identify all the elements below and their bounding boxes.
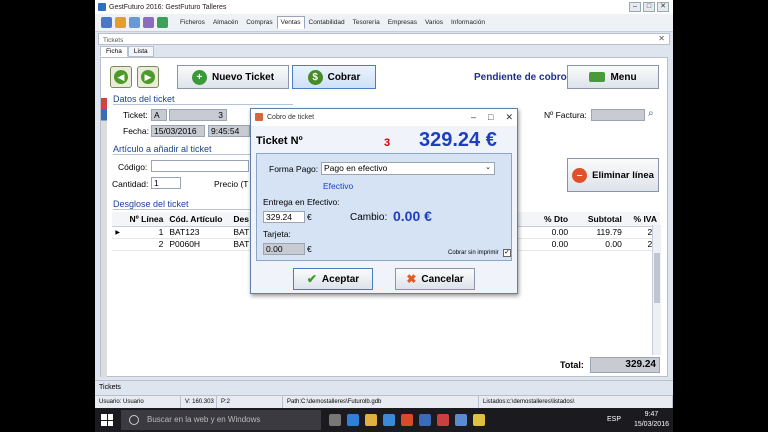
col-codigo[interactable]: Cód. Artículo: [166, 212, 231, 227]
new-ticket-button[interactable]: + Nuevo Ticket: [177, 65, 289, 89]
fecha-label: Fecha:: [123, 126, 149, 136]
col-subtotal[interactable]: Subtotal: [571, 212, 625, 227]
dialog-ticket-number: 3: [384, 137, 391, 149]
money-bag-icon: $: [307, 69, 323, 85]
windows-start-icon[interactable]: [101, 414, 113, 426]
cell-linea: 2: [122, 238, 167, 251]
payment-details-panel: Forma Pago: Pago en efectivo ⌄ Efectivo …: [256, 153, 512, 261]
file-explorer-icon[interactable]: [365, 414, 377, 426]
cell-codigo: P0060H: [166, 238, 231, 251]
dialog-ticket-label: Ticket Nº: [256, 135, 303, 147]
word-icon[interactable]: [419, 414, 431, 426]
payment-dialog-title: Cobro de ticket: [267, 114, 315, 121]
cell-dto: 0.00: [529, 238, 572, 251]
ticket-series-field[interactable]: A: [151, 109, 167, 121]
aceptar-label: Aceptar: [321, 273, 360, 285]
tarjeta-input[interactable]: 0.00: [263, 243, 305, 255]
cell-linea: 1: [122, 226, 167, 239]
codigo-label: Código:: [118, 162, 148, 172]
menu-button[interactable]: Menu: [567, 65, 659, 89]
nfactura-label: Nº Factura:: [544, 110, 587, 120]
dialog-maximize-icon[interactable]: □: [488, 112, 493, 123]
arrow-left-icon: ◀: [114, 70, 128, 84]
cell-subtotal: 119.79: [571, 226, 625, 239]
minus-icon: –: [572, 167, 588, 183]
edge-icon[interactable]: [347, 414, 359, 426]
cell-dto: 0.00: [529, 226, 572, 239]
menu-icon: [589, 72, 606, 82]
forma-pago-value: Pago en efectivo: [324, 163, 388, 173]
entrega-input[interactable]: 329.24: [263, 211, 305, 223]
nfactura-field[interactable]: [591, 109, 645, 121]
tray-time: 9:47: [644, 411, 659, 418]
cell-subtotal: 0.00: [571, 238, 625, 251]
plus-icon: +: [191, 69, 207, 85]
chrome-icon[interactable]: [401, 414, 413, 426]
dialog-minimize-icon[interactable]: –: [471, 112, 476, 123]
cantidad-label: Cantidad:: [112, 179, 149, 189]
tarjeta-euro: €: [307, 244, 312, 254]
aceptar-button[interactable]: ✔ Aceptar: [293, 268, 373, 290]
col-linea[interactable]: Nº Línea: [122, 212, 167, 227]
tarjeta-label: Tarjeta:: [263, 229, 291, 239]
gestfuturo-icon[interactable]: [455, 414, 467, 426]
dialog-close-icon[interactable]: ✕: [505, 112, 513, 123]
precio-label: Precio (T: [214, 179, 249, 189]
hora-field[interactable]: 9:45:54: [208, 125, 250, 137]
search-icon[interactable]: ⌕: [648, 108, 654, 119]
dialog-app-icon: [255, 113, 263, 121]
payment-dialog: Cobro de ticket – □ ✕ Ticket Nº 3 329.24…: [250, 108, 518, 294]
table-scrollbar[interactable]: [652, 225, 661, 355]
cobrar-sin-imprimir-checkbox[interactable]: ✓: [503, 249, 511, 257]
app-icon[interactable]: [437, 414, 449, 426]
cantidad-input[interactable]: 1: [151, 177, 181, 189]
total-value: 329.24: [590, 357, 660, 373]
datos-section-title: Datos del ticket: [113, 94, 293, 105]
dialog-amount: 329.24 €: [419, 129, 497, 151]
cambio-label: Cambio:: [350, 212, 388, 223]
eliminar-label: Eliminar línea: [592, 169, 654, 181]
task-view-icon[interactable]: [329, 414, 341, 426]
previous-button[interactable]: ◀: [110, 66, 132, 88]
cancelar-label: Cancelar: [421, 273, 464, 285]
new-ticket-label: Nuevo Ticket: [211, 71, 275, 83]
tray-clock[interactable]: 9:47 15/03/2016: [634, 410, 669, 430]
payment-dialog-title-bar: Cobro de ticket – □ ✕: [251, 109, 517, 126]
cobrar-sin-imprimir-label: Cobrar sin imprimir: [448, 250, 499, 256]
forma-pago-desc: Efectivo: [323, 181, 354, 191]
forma-pago-label: Forma Pago:: [269, 164, 319, 174]
eliminar-linea-button[interactable]: – Eliminar línea: [567, 158, 659, 192]
codigo-input[interactable]: [151, 160, 249, 172]
cobrar-label: Cobrar: [327, 71, 361, 83]
chevron-down-icon: ⌄: [485, 164, 491, 171]
entrega-label: Entrega en Efectivo:: [263, 197, 340, 207]
col-iva[interactable]: % IVA: [624, 212, 660, 227]
forma-pago-select[interactable]: Pago en efectivo ⌄: [321, 162, 495, 175]
cancelar-button[interactable]: ✖ Cancelar: [395, 268, 475, 290]
tray-date: 15/03/2016: [633, 421, 669, 428]
tray-language[interactable]: ESP: [607, 416, 621, 423]
ticket-label: Ticket:: [123, 110, 148, 120]
left-strip: [101, 98, 107, 378]
next-button[interactable]: ▶: [137, 66, 159, 88]
taskbar: Buscar en la web y en Windows ESP 9:47 1…: [95, 408, 673, 432]
checkmark-icon: ✔: [306, 272, 317, 286]
menu-label: Menu: [610, 71, 637, 83]
fecha-field[interactable]: 15/03/2016: [151, 125, 205, 137]
total-label: Total:: [560, 360, 584, 370]
folder-icon[interactable]: [473, 414, 485, 426]
arrow-right-icon: ▶: [141, 70, 155, 84]
row-selector-icon: ▶: [112, 226, 123, 239]
ticket-status: Pendiente de cobro: [474, 72, 567, 83]
taskbar-search[interactable]: Buscar en la web y en Windows: [121, 410, 321, 430]
cell-codigo: BAT123: [166, 226, 231, 239]
store-icon[interactable]: [383, 414, 395, 426]
entrega-euro: €: [307, 212, 312, 222]
cambio-value: 0.00 €: [393, 208, 432, 224]
ticket-number-field[interactable]: 3: [169, 109, 227, 121]
col-dto[interactable]: % Dto: [529, 212, 572, 227]
cobrar-button[interactable]: $ Cobrar: [292, 65, 376, 89]
cancel-x-icon: ✖: [406, 272, 417, 286]
